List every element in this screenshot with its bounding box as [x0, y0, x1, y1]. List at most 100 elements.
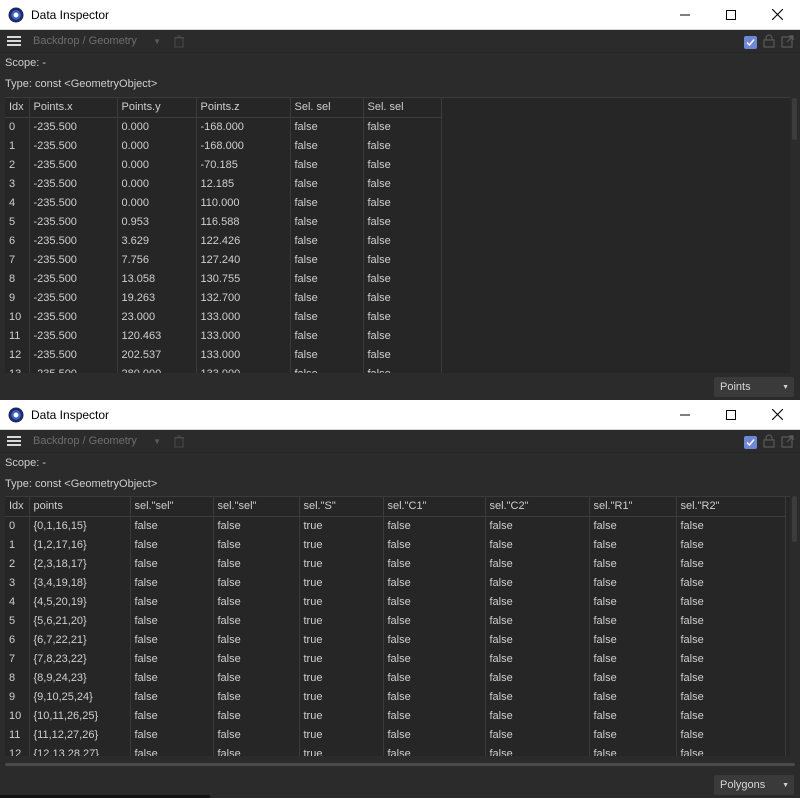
column-header[interactable]: sel."R2"	[676, 497, 786, 517]
vertical-scrollbar[interactable]	[792, 98, 797, 140]
table-cell: 0.000	[117, 193, 197, 212]
title-bar[interactable]: Data Inspector	[0, 0, 800, 30]
table-cell: -235.500	[29, 117, 118, 136]
column-header[interactable]: points	[29, 497, 131, 517]
lock-icon[interactable]	[763, 34, 775, 51]
table-cell: false	[213, 516, 300, 535]
trash-icon[interactable]	[173, 435, 185, 448]
table-row[interactable]: 6 {6,7,22,21} false false true false false fals…	[5, 630, 786, 649]
table-cell: -235.500	[29, 231, 118, 250]
trash-icon[interactable]	[173, 35, 185, 48]
hamburger-menu-icon[interactable]	[7, 436, 21, 446]
table-cell: false	[213, 668, 300, 687]
table-row[interactable]: 10 {10,11,26,25} false false true false false f…	[5, 706, 786, 725]
column-header[interactable]: Idx	[5, 98, 30, 118]
column-header[interactable]: Sel. sel	[363, 98, 442, 118]
table-cell: 0	[5, 516, 30, 535]
table-row[interactable]: 13-235.500280.000133.000falsefalse	[5, 364, 442, 373]
table-row[interactable]: 12 -235.500 202.537 133.000 false false	[5, 345, 442, 364]
title-bar[interactable]: Data Inspector	[0, 400, 800, 430]
enabled-checkbox[interactable]	[744, 36, 757, 49]
table-row[interactable]: 7 -235.500 7.756 127.240 false false	[5, 250, 442, 269]
table-row[interactable]: 5 -235.500 0.953 116.588 false false	[5, 212, 442, 231]
column-header[interactable]: Points.x	[29, 98, 118, 118]
table-row[interactable]: 4 -235.500 0.000 110.000 false false	[5, 193, 442, 212]
table-row[interactable]: 7 {7,8,23,22} false false true false false fals…	[5, 649, 786, 668]
table-cell: 6	[5, 630, 30, 649]
table-row[interactable]: 0 {0,1,16,15} false false true false false fals…	[5, 516, 786, 535]
table-cell: false	[485, 554, 590, 573]
table-row[interactable]: 2 {2,3,18,17} false false true false false fals…	[5, 554, 786, 573]
minimize-button[interactable]	[662, 0, 708, 30]
table-cell: false	[383, 668, 486, 687]
table-cell: 116.588	[196, 212, 291, 231]
enabled-checkbox[interactable]	[744, 436, 757, 449]
table-cell: 9	[5, 687, 30, 706]
table-row[interactable]: 2 -235.500 0.000 -70.185 false false	[5, 155, 442, 174]
close-button[interactable]	[754, 400, 800, 430]
table-cell: true	[299, 554, 384, 573]
column-header[interactable]: sel."C2"	[485, 497, 590, 517]
maximize-button[interactable]	[708, 0, 754, 30]
column-header[interactable]: sel."C1"	[383, 497, 486, 517]
table-row[interactable]: 12 {12,13,28,27} false false true false false f…	[5, 744, 786, 756]
table-row[interactable]: 5 {5,6,21,20} false false true false false fals…	[5, 611, 786, 630]
horizontal-scrollbar[interactable]	[5, 763, 795, 766]
table-row[interactable]: 1 -235.500 0.000 -168.000 false false	[5, 136, 442, 155]
table-cell: true	[299, 516, 384, 535]
table-cell: false	[130, 668, 214, 687]
table-cell: 2	[5, 554, 30, 573]
lock-icon[interactable]	[763, 434, 775, 451]
chevron-down-icon: ▼	[153, 36, 161, 46]
mode-dropdown[interactable]: Points ▼	[714, 377, 794, 397]
table-cell: 10	[5, 706, 30, 725]
table-row[interactable]: 8 {8,9,24,23} false false true false false fals…	[5, 668, 786, 687]
vertical-scrollbar[interactable]	[792, 496, 797, 542]
open-external-icon[interactable]	[781, 34, 794, 51]
table-cell: 2	[5, 155, 30, 174]
hamburger-menu-icon[interactable]	[7, 36, 21, 46]
polygons-table[interactable]: Idx points sel."sel" sel."sel" sel."S" sel."C…	[5, 496, 790, 756]
table-cell: 3	[5, 573, 30, 592]
table-row[interactable]: 1 {1,2,17,16} false false true false false fals…	[5, 535, 786, 554]
table-cell: 8	[5, 269, 30, 288]
table-row[interactable]: 6 -235.500 3.629 122.426 false false	[5, 231, 442, 250]
minimize-button[interactable]	[662, 400, 708, 430]
table-cell: 127.240	[196, 250, 291, 269]
column-header[interactable]: Sel. sel	[290, 98, 364, 118]
object-path-dropdown[interactable]: Backdrop / Geometry ▼	[33, 35, 161, 47]
table-row[interactable]: 3 -235.500 0.000 12.185 false false	[5, 174, 442, 193]
maximize-icon	[726, 409, 736, 420]
table-cell: {10,11,26,25}	[29, 706, 131, 725]
table-row[interactable]: 0 -235.500 0.000 -168.000 false false	[5, 117, 442, 136]
table-row[interactable]: 9 -235.500 19.263 132.700 false false	[5, 288, 442, 307]
table-cell: {2,3,18,17}	[29, 554, 131, 573]
table-row[interactable]: 11 {11,12,27,26} false false true false false f…	[5, 725, 786, 744]
table-cell: false	[213, 744, 300, 756]
column-header[interactable]: Points.z	[196, 98, 291, 118]
open-external-icon[interactable]	[781, 434, 794, 451]
table-row[interactable]: 11 -235.500 120.463 133.000 false false	[5, 326, 442, 345]
column-header[interactable]: sel."R1"	[589, 497, 677, 517]
column-header[interactable]: Points.y	[117, 98, 197, 118]
table-row[interactable]: 3 {3,4,19,18} false false true false false fals…	[5, 573, 786, 592]
object-path-dropdown[interactable]: Backdrop / Geometry ▼	[33, 435, 161, 447]
column-header[interactable]: sel."S"	[299, 497, 384, 517]
column-header[interactable]: sel."sel"	[213, 497, 300, 517]
table-row[interactable]: 8 -235.500 13.058 130.755 false false	[5, 269, 442, 288]
table-cell: false	[676, 649, 786, 668]
table-row[interactable]: 4 {4,5,20,19} false false true false false fals…	[5, 592, 786, 611]
points-table[interactable]: Idx Points.x Points.y Points.z Sel. sel Sel. …	[5, 97, 790, 373]
close-button[interactable]	[754, 0, 800, 30]
table-cell: false	[363, 155, 442, 174]
maximize-button[interactable]	[708, 400, 754, 430]
table-cell: 133.000	[196, 307, 291, 326]
table-row[interactable]: 9 {9,10,25,24} false false true false false fal…	[5, 687, 786, 706]
column-header[interactable]: Idx	[5, 497, 30, 517]
table-cell: false	[130, 649, 214, 668]
column-header[interactable]: sel."sel"	[130, 497, 214, 517]
table-row[interactable]: 10 -235.500 23.000 133.000 false false	[5, 307, 442, 326]
table-cell: -235.500	[29, 326, 118, 345]
table-cell: {12,13,28,27}	[29, 744, 131, 756]
mode-dropdown[interactable]: Polygons ▼	[714, 775, 794, 795]
